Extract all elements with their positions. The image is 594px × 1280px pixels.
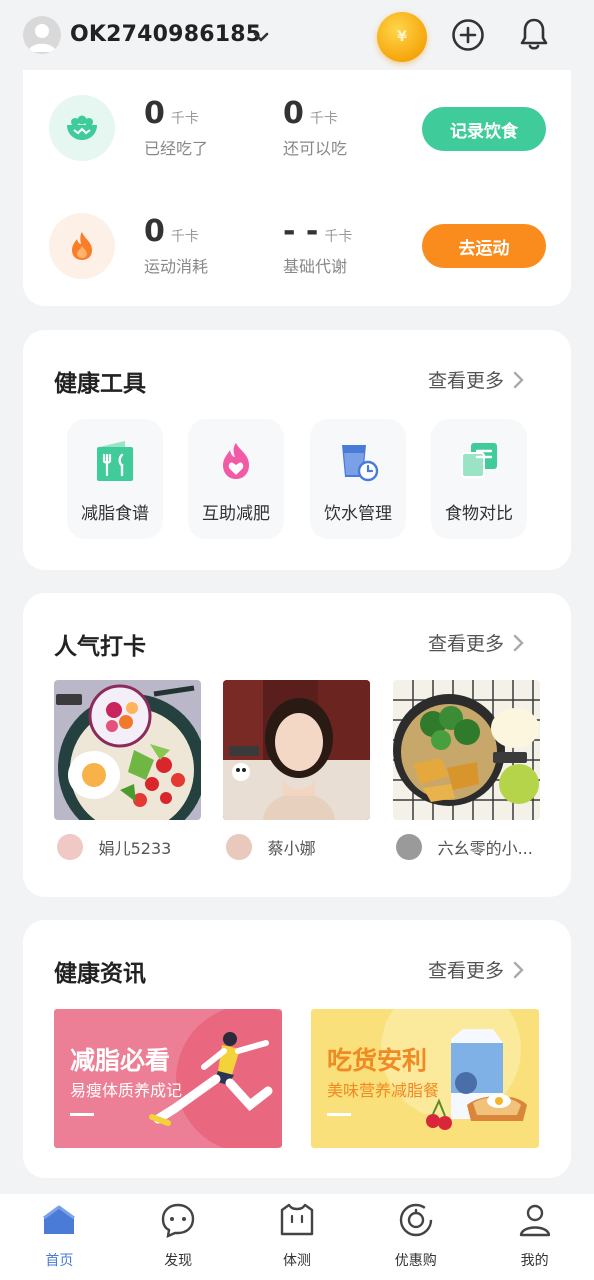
nav-deals[interactable]: 优惠购: [356, 1194, 475, 1280]
burned-label: 运动消耗: [144, 257, 209, 276]
see-more-link[interactable]: 查看更多: [428, 366, 526, 393]
checkin-post[interactable]: 蔡小娜: [223, 680, 370, 860]
checkin-card: 人气打卡 查看更多 娟儿5233 蔡小娜 六幺零的小...: [23, 593, 571, 897]
see-more-label: 查看更多: [428, 633, 505, 655]
post-image[interactable]: [393, 680, 540, 820]
bmr-value: - -: [283, 214, 319, 249]
checkin-post[interactable]: 娟儿5233: [54, 680, 201, 860]
banner-subtitle: 美味营养减脂餐: [327, 1081, 440, 1100]
section-title: 健康资讯: [54, 961, 146, 987]
eaten-label: 已经吃了: [144, 139, 209, 158]
banner-subtitle: 易瘦体质养成记: [70, 1081, 183, 1100]
chevron-down-icon[interactable]: [250, 26, 272, 48]
see-more-label: 查看更多: [428, 960, 505, 982]
tool-label: 互助减肥: [202, 504, 270, 524]
banner-title: 吃货安利: [327, 1046, 428, 1075]
bmr-label: 基础代谢: [283, 257, 348, 276]
burned-unit: 千卡: [170, 229, 199, 245]
chevron-right-icon: [513, 961, 524, 978]
coin-symbol: ¥: [397, 29, 407, 45]
eaten-unit: 千卡: [170, 111, 199, 127]
tool-label: 食物对比: [445, 504, 513, 524]
go-exercise-button[interactable]: 去运动: [422, 224, 546, 268]
remaining-unit: 千卡: [309, 111, 338, 127]
nav-label: 优惠购: [394, 1253, 437, 1269]
nav-label: 首页: [45, 1253, 74, 1269]
nav-home[interactable]: 首页: [0, 1194, 119, 1280]
flame-icon: [49, 213, 115, 279]
avatar-person-icon: [28, 24, 56, 52]
coin-icon[interactable]: ¥: [377, 12, 427, 62]
remaining-stat: 0 千卡 还可以吃: [283, 96, 347, 159]
nav-label: 我的: [520, 1253, 549, 1269]
deals-coupon-icon: [399, 1203, 432, 1237]
compare-icon: [461, 443, 497, 478]
chat-bubble-icon: [161, 1203, 195, 1238]
burned-stat: 0 千卡 运动消耗: [144, 214, 208, 277]
burned-value: 0: [144, 214, 165, 249]
chevron-right-icon: [513, 371, 524, 388]
record-food-button[interactable]: 记录饮食: [422, 107, 546, 151]
nav-body-test[interactable]: 体测: [238, 1194, 357, 1280]
top-bar: OK2740986185 ¥: [0, 0, 594, 70]
bmr-stat: - - 千卡 基础代谢: [283, 214, 352, 277]
post-user-name[interactable]: 娟儿5233: [99, 835, 201, 859]
home-icon: [43, 1205, 76, 1234]
tool-compare[interactable]: 食物对比: [431, 419, 527, 539]
see-more-link[interactable]: 查看更多: [428, 629, 526, 656]
tool-mutual-help[interactable]: 互助减肥: [188, 419, 284, 539]
post-avatar[interactable]: [226, 834, 252, 860]
tool-recipe[interactable]: 减脂食谱: [67, 419, 163, 539]
bottom-nav: 首页 发现 体测 优惠购 我的: [0, 1194, 594, 1280]
add-circle-icon[interactable]: [451, 18, 485, 52]
nav-discover[interactable]: 发现: [119, 1194, 238, 1280]
news-banner-fat-loss[interactable]: 减脂必看 易瘦体质养成记: [54, 1009, 282, 1148]
recipe-icon: [97, 441, 133, 481]
post-meta: 蔡小娜: [223, 834, 370, 860]
post-user-name[interactable]: 六幺零的小...: [438, 835, 540, 859]
chevron-right-icon: [513, 634, 524, 651]
nav-label: 发现: [164, 1253, 193, 1269]
see-more-label: 查看更多: [428, 370, 505, 392]
banner-title: 减脂必看: [70, 1046, 171, 1075]
section-title: 健康工具: [54, 371, 146, 397]
health-tools-card: 健康工具 查看更多 减脂食谱 互助减肥 饮水管理 食物对比: [23, 330, 571, 570]
checkin-post[interactable]: 六幺零的小...: [393, 680, 540, 860]
post-image[interactable]: [223, 680, 370, 820]
tool-water[interactable]: 饮水管理: [310, 419, 406, 539]
flame-heart-icon: [223, 443, 249, 479]
user-avatar[interactable]: [23, 16, 61, 54]
profile-person-icon: [519, 1204, 550, 1237]
news-banner-foodie[interactable]: 吃货安利 美味营养减脂餐: [311, 1009, 539, 1148]
post-meta: 六幺零的小...: [393, 834, 540, 860]
post-image[interactable]: [54, 680, 201, 820]
tool-label: 饮水管理: [324, 504, 392, 524]
eaten-stat: 0 千卡 已经吃了: [144, 96, 208, 159]
see-more-link[interactable]: 查看更多: [428, 956, 526, 983]
exercise-row: 0 千卡 运动消耗 - - 千卡 基础代谢 去运动: [23, 208, 571, 308]
bell-icon[interactable]: [517, 16, 551, 52]
banner-underline: [70, 1113, 94, 1116]
food-bowl-icon: [49, 95, 115, 161]
nav-mine[interactable]: 我的: [475, 1194, 594, 1280]
section-title: 人气打卡: [54, 634, 146, 660]
water-cup-icon: [342, 445, 379, 482]
intake-row: 0 千卡 已经吃了 0 千卡 还可以吃 记录饮食: [23, 90, 571, 190]
post-avatar[interactable]: [396, 834, 422, 860]
nav-label: 体测: [282, 1253, 311, 1269]
tool-label: 减脂食谱: [81, 504, 149, 524]
post-avatar[interactable]: [57, 834, 83, 860]
post-meta: 娟儿5233: [54, 834, 201, 860]
body-shirt-icon: [280, 1203, 314, 1236]
post-user-name[interactable]: 蔡小娜: [268, 835, 370, 859]
remaining-value: 0: [283, 96, 304, 131]
user-id[interactable]: OK2740986185: [70, 22, 261, 47]
eaten-value: 0: [144, 96, 165, 131]
calorie-card: 0 千卡 已经吃了 0 千卡 还可以吃 记录饮食 0 千卡 运动消耗 - - 千卡 基础…: [23, 70, 571, 306]
health-news-card: 健康资讯 查看更多 减脂必看 易瘦体质养成记 吃货安利 美味营养减脂餐: [23, 920, 571, 1178]
remaining-label: 还可以吃: [283, 139, 348, 158]
bmr-unit: 千卡: [324, 229, 353, 245]
banner-underline: [327, 1113, 351, 1116]
